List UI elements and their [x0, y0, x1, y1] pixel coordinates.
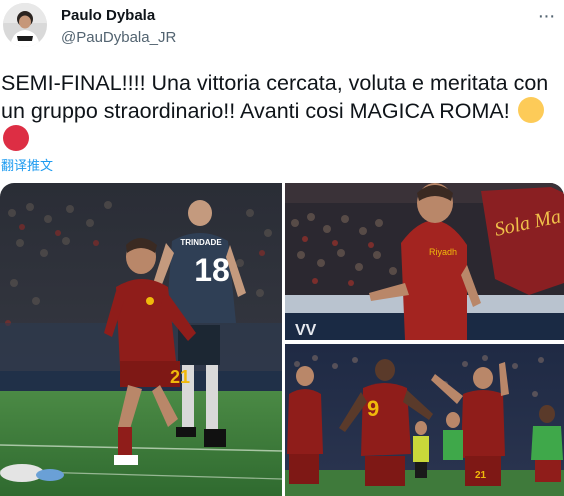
author-handle[interactable]: @PauDybala_JR	[61, 29, 176, 46]
red-circle-emoji	[3, 125, 29, 151]
photo-main[interactable]: TRINDADE 18 21	[0, 183, 282, 496]
ad-board-text: VV	[295, 322, 317, 339]
opponent-number-text: 18	[194, 252, 230, 288]
player-nine-number: 9	[367, 396, 379, 421]
tweet-card: Paulo Dybala @PauDybala_JR ··· SEMI-FINA…	[0, 0, 564, 496]
translate-tweet-link[interactable]: 翻译推文	[1, 155, 53, 174]
sponsor-text: Riyadh	[429, 247, 457, 257]
tweet-text-block: SEMI-FINAL!!!! Una vittoria cercata, vol…	[1, 69, 557, 153]
more-options-icon[interactable]: ···	[534, 4, 558, 28]
player-twentyone-number: 21	[475, 470, 487, 481]
media-grid: TRINDADE 18 21 Sola Ma VV Riyadh 9 21	[0, 183, 564, 496]
photo-bottom-right[interactable]: 9 21	[285, 344, 564, 496]
player-number-text: 21	[170, 367, 190, 387]
yellow-circle-emoji	[517, 97, 544, 123]
photo-top-right[interactable]: Sola Ma VV Riyadh	[285, 183, 564, 340]
opponent-name-text: TRINDADE	[180, 238, 222, 247]
tweet-text: SEMI-FINAL!!!! Una vittoria cercata, vol…	[1, 71, 549, 123]
author-name[interactable]: Paulo Dybala	[61, 7, 155, 24]
avatar[interactable]	[3, 3, 47, 47]
